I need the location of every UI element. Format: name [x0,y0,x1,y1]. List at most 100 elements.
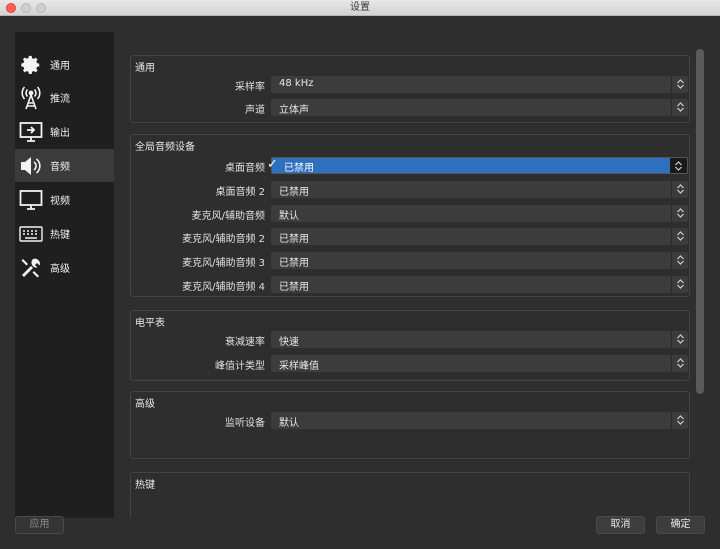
mic-aux-4-select[interactable]: 已禁用 [271,276,688,293]
select-value: 快速 [279,337,299,348]
updown-arrows-icon [670,158,687,175]
select-value: 已禁用 [284,163,314,174]
monitoring-device-row: 监听设备 默认 [131,412,691,430]
updown-arrows-icon [671,331,688,348]
updown-arrows-icon [671,276,688,293]
select-value: 立体声 [279,105,309,116]
settings-window: 通用 推流 输出 音频 视频 热键 高级 通用 采样率 48 kHz 声道 立体… [0,16,720,549]
group-title: 通用 [135,63,155,74]
content-scrollbar[interactable] [696,49,704,394]
desktop-audio-2-select[interactable]: 已禁用 [271,181,688,198]
sidebar-item-stream[interactable]: 推流 [15,81,114,114]
sample-rate-select[interactable]: 48 kHz [271,76,688,93]
desktop-audio-row: 桌面音频 ✓ 已禁用 [131,157,691,175]
select-value: 采样峰值 [279,361,319,372]
desktop-audio-label: 桌面音频 [225,163,265,174]
sidebar-item-video[interactable]: 视频 [15,183,114,216]
select-value: 默认 [279,418,299,429]
updown-arrows-icon [671,412,688,429]
mic-aux-4-label: 麦克风/辅助音频 4 [182,282,265,293]
close-window-button[interactable] [6,3,16,13]
select-value: 默认 [279,211,299,222]
desktop-audio-select[interactable]: ✓ 已禁用 [267,157,688,175]
mic-aux-row: 麦克风/辅助音频 默认 [131,205,691,223]
mic-aux-3-label: 麦克风/辅助音频 3 [182,258,265,269]
output-monitor-icon [19,120,43,144]
sidebar-item-label: 通用 [50,61,70,72]
mic-aux-2-label: 麦克风/辅助音频 2 [182,234,265,245]
desktop-audio-2-row: 桌面音频 2 已禁用 [131,181,691,199]
monitoring-device-label: 监听设备 [225,418,265,429]
apply-button[interactable]: 应用 [15,516,64,534]
window-title: 设置 [350,2,370,13]
mic-aux-3-select[interactable]: 已禁用 [271,252,688,269]
sidebar-item-label: 音频 [50,162,70,173]
decay-rate-select[interactable]: 快速 [271,331,688,348]
group-title: 热键 [135,480,155,491]
speaker-icon [19,154,43,178]
updown-arrows-icon [671,252,688,269]
mic-aux-3-row: 麦克风/辅助音频 3 已禁用 [131,252,691,270]
sidebar-item-advanced[interactable]: 高级 [15,251,114,284]
mic-aux-4-row: 麦克风/辅助音频 4 已禁用 [131,276,691,294]
select-value: 已禁用 [279,234,309,245]
tools-icon [19,256,43,280]
peak-meter-type-label: 峰值计类型 [215,361,265,372]
updown-arrows-icon [671,99,688,116]
updown-arrows-icon [671,76,688,93]
sidebar-item-label: 热键 [50,230,70,241]
channels-select[interactable]: 立体声 [271,99,688,116]
minimize-window-button[interactable] [21,3,31,13]
selected-option-highlight[interactable] [272,158,670,173]
group-advanced: 高级 监听设备 默认 [130,391,690,459]
select-value: 已禁用 [279,282,309,293]
gear-icon [19,53,43,77]
updown-arrows-icon [671,181,688,198]
sidebar-item-label: 推流 [50,94,70,105]
checkmark-icon: ✓ [267,157,278,172]
peak-meter-type-select[interactable]: 采样峰值 [271,355,688,372]
select-value: 48 kHz [279,78,314,89]
sample-rate-row: 采样率 48 kHz [131,76,691,94]
settings-content: 通用 采样率 48 kHz 声道 立体声 全局音频设备 桌面音频 ✓ 已禁用 桌… [125,32,705,518]
updown-arrows-icon [671,228,688,245]
group-title: 电平表 [135,318,165,329]
zoom-window-button[interactable] [36,3,46,13]
monitoring-device-select[interactable]: 默认 [271,412,688,429]
decay-rate-label: 衰减速率 [225,337,265,348]
updown-arrows-icon [671,355,688,372]
group-general: 通用 采样率 48 kHz 声道 立体声 [130,55,690,123]
broadcast-tower-icon [19,85,43,110]
sample-rate-label: 采样率 [235,82,265,93]
select-value: 已禁用 [279,258,309,269]
sidebar-item-audio[interactable]: 音频 [15,149,114,182]
updown-arrows-icon [671,205,688,222]
title-bar: 设置 [0,0,720,16]
sidebar-item-label: 高级 [50,264,70,275]
decay-rate-row: 衰减速率 快速 [131,331,691,349]
group-hotkeys: 热键 [130,472,690,518]
group-global-audio-devices: 全局音频设备 桌面音频 ✓ 已禁用 桌面音频 2 已禁用 麦克风/辅助音频 默认… [130,134,690,297]
keyboard-icon [19,222,43,246]
monitor-icon [19,188,43,212]
sidebar-item-output[interactable]: 输出 [15,115,114,148]
select-value: 已禁用 [279,187,309,198]
sidebar-item-hotkeys[interactable]: 热键 [15,217,114,250]
cancel-button[interactable]: 取消 [596,516,645,534]
mic-aux-2-row: 麦克风/辅助音频 2 已禁用 [131,228,691,246]
channels-row: 声道 立体声 [131,99,691,117]
mic-aux-label: 麦克风/辅助音频 [191,211,265,222]
sidebar-item-label: 视频 [50,196,70,207]
settings-sidebar: 通用 推流 输出 音频 视频 热键 高级 [15,32,114,518]
desktop-audio-2-label: 桌面音频 2 [215,187,265,198]
mic-aux-select[interactable]: 默认 [271,205,688,222]
sidebar-item-general[interactable]: 通用 [15,48,114,81]
channels-label: 声道 [245,105,265,116]
peak-meter-type-row: 峰值计类型 采样峰值 [131,355,691,373]
group-title: 高级 [135,399,155,410]
sidebar-item-label: 输出 [50,128,70,139]
group-meters: 电平表 衰减速率 快速 峰值计类型 采样峰值 [130,310,690,381]
ok-button[interactable]: 确定 [656,516,705,534]
mic-aux-2-select[interactable]: 已禁用 [271,228,688,245]
group-title: 全局音频设备 [135,142,195,153]
